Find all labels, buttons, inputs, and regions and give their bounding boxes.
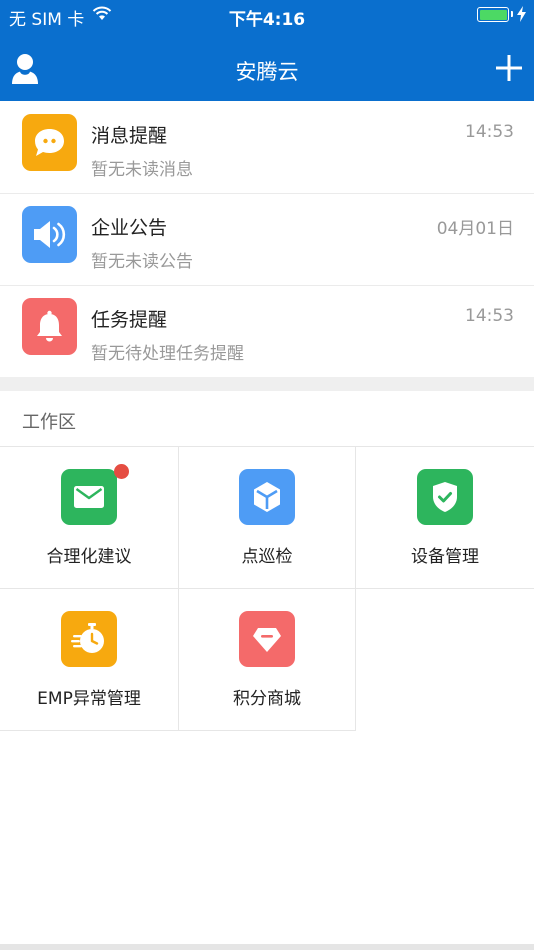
bell-icon xyxy=(22,298,77,355)
page-title: 安腾云 xyxy=(235,60,299,84)
workspace-item-label: 积分商城 xyxy=(233,689,301,709)
message-item-announcement[interactable]: 企业公告 暂无未读公告 04月01日 xyxy=(0,193,534,285)
message-subtitle: 暂无待处理任务提醒 xyxy=(91,344,244,364)
cube-icon xyxy=(239,469,295,525)
diamond-icon xyxy=(239,611,295,667)
status-bar: 无 SIM 卡 下午4:16 xyxy=(0,0,534,30)
plus-icon[interactable] xyxy=(495,54,523,82)
chat-bubble-icon xyxy=(22,114,77,171)
message-time: 04月01日 xyxy=(436,219,514,239)
notification-badge xyxy=(114,464,129,479)
message-time: 14:53 xyxy=(465,122,514,142)
workspace-item-label: EMP异常管理 xyxy=(37,689,141,709)
battery-level xyxy=(479,9,507,20)
message-item-notice[interactable]: 消息提醒 暂无未读消息 14:53 xyxy=(0,101,534,193)
bottom-edge xyxy=(0,944,534,950)
message-time: 14:53 xyxy=(465,306,514,326)
clock: 下午4:16 xyxy=(228,10,306,30)
battery-icon xyxy=(477,7,509,22)
charging-icon xyxy=(517,6,526,27)
workspace-item-label: 设备管理 xyxy=(411,547,479,567)
message-subtitle: 暂无未读公告 xyxy=(91,252,193,272)
message-title: 企业公告 xyxy=(91,217,168,239)
mail-icon xyxy=(61,469,117,525)
workspace-item-points-mall[interactable]: 积分商城 xyxy=(178,588,356,730)
message-title: 消息提醒 xyxy=(91,125,168,147)
speaker-icon xyxy=(22,206,77,263)
workspace-item-emp[interactable]: EMP异常管理 xyxy=(0,588,178,730)
workspace-item-inspection[interactable]: 点巡检 xyxy=(178,446,356,588)
stopwatch-icon xyxy=(61,611,117,667)
shield-check-icon xyxy=(417,469,473,525)
workspace-title: 工作区 xyxy=(22,412,76,433)
section-divider xyxy=(0,377,534,391)
message-item-task[interactable]: 任务提醒 暂无待处理任务提醒 14:53 xyxy=(0,285,534,377)
workspace-item-equipment[interactable]: 设备管理 xyxy=(356,446,534,588)
message-list: 消息提醒 暂无未读消息 14:53 企业公告 暂无未读公告 04月01日 任务提… xyxy=(0,101,534,377)
battery-cap xyxy=(511,11,513,17)
workspace-item-suggestion[interactable]: 合理化建议 xyxy=(0,446,178,588)
message-subtitle: 暂无未读消息 xyxy=(91,160,193,180)
message-title: 任务提醒 xyxy=(91,309,168,331)
app-header: 无 SIM 卡 下午4:16 安腾云 xyxy=(0,0,534,101)
workspace-item-label: 点巡检 xyxy=(241,547,293,567)
workspace-item-label: 合理化建议 xyxy=(46,547,132,567)
